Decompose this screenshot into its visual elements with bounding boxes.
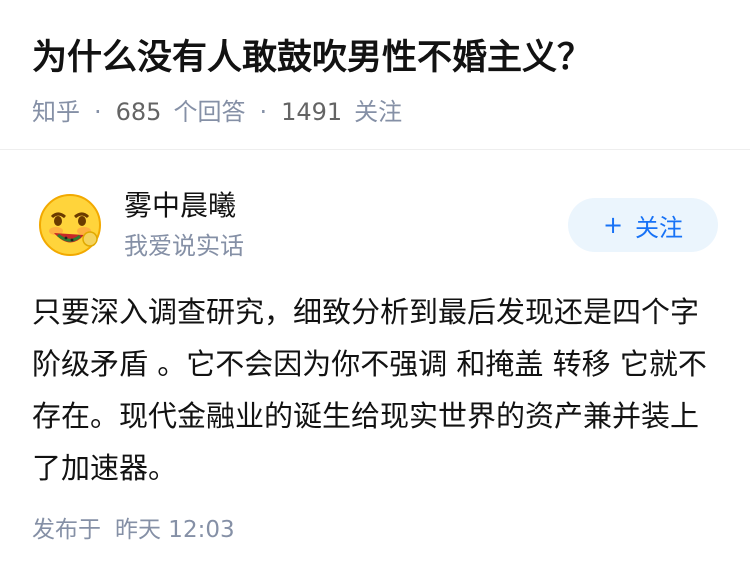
meta-separator: · <box>94 98 102 126</box>
meta-separator: · <box>259 98 268 126</box>
answer-count: 685 <box>115 98 162 126</box>
emoji-avatar-icon[interactable] <box>38 193 102 257</box>
author-row: 雾中晨曦 我爱说实话 + 关注 <box>32 180 718 270</box>
answer-count-label[interactable]: 个回答 <box>173 94 245 130</box>
question-title[interactable]: 为什么没有人敢鼓吹男性不婚主义？ <box>32 28 718 88</box>
question-header: 为什么没有人敢鼓吹男性不婚主义？ 知乎 · 685 个回答 · 1491 关注 <box>0 0 750 150</box>
follow-button-label: 关注 <box>635 213 684 242</box>
follow-button[interactable]: + 关注 <box>568 198 718 252</box>
follower-count-label[interactable]: 关注 <box>354 94 402 130</box>
source-label[interactable]: 知乎 <box>32 94 80 130</box>
plus-icon: + <box>602 211 624 239</box>
published-time: 昨天 12:03 <box>115 517 235 543</box>
published-label: 发布于 <box>32 517 101 543</box>
author-name[interactable]: 雾中晨曦 <box>124 186 568 226</box>
question-meta: 知乎 · 685 个回答 · 1491 关注 <box>32 94 718 130</box>
follower-count: 1491 <box>281 98 343 126</box>
author-info: 雾中晨曦 我爱说实话 <box>124 186 568 264</box>
answer-content[interactable]: 只要深入调查研究，细致分析到最后发现还是四个字 阶级矛盾 。它不会因为你不强调 … <box>32 286 722 494</box>
author-bio: 我爱说实话 <box>124 232 244 260</box>
answer-timestamp: 发布于 昨天 12:03 <box>32 512 235 548</box>
